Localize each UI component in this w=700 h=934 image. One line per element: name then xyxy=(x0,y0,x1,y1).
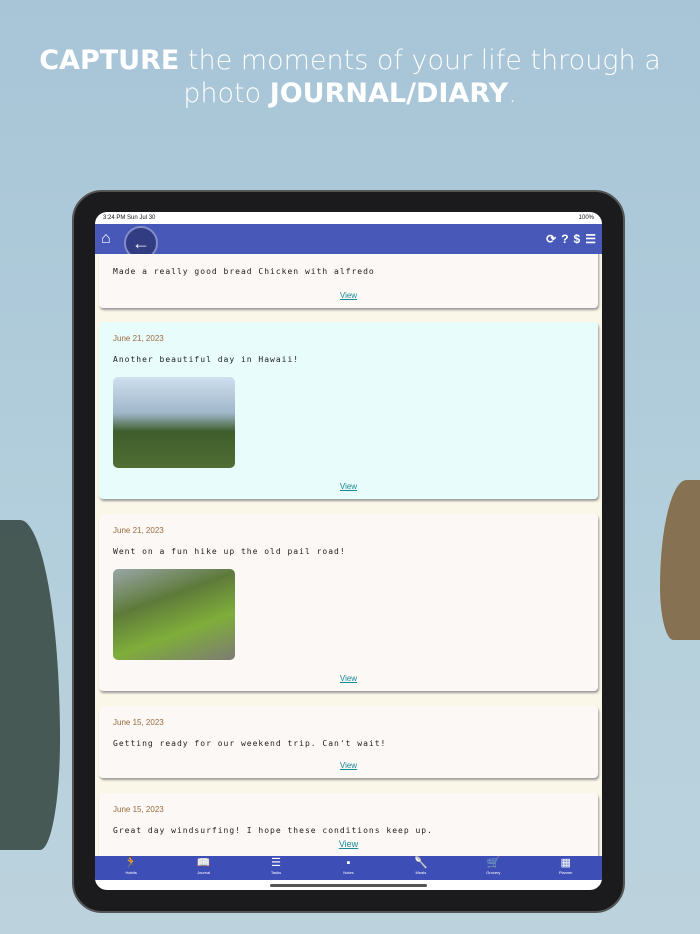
nav-label: Grocery xyxy=(486,870,501,875)
status-time: 3:24 PM Sun Jul 30 xyxy=(103,215,156,221)
nav-grocery[interactable]: 🛒 Grocery xyxy=(463,856,523,880)
entry-text: Made a really good bread Chicken with al… xyxy=(113,267,375,276)
nav-tasks[interactable]: ☰ Tasks xyxy=(246,856,306,880)
entry-photo[interactable] xyxy=(113,569,235,660)
nav-journal[interactable]: 📖 Journal xyxy=(174,856,234,880)
nav-habits[interactable]: 🏃 Habits xyxy=(101,856,161,880)
nav-label: Tasks xyxy=(270,870,282,875)
nav-label: Meals xyxy=(415,870,427,875)
battery: 100% xyxy=(578,215,594,221)
journal-feed[interactable]: Made a really good bread Chicken with al… xyxy=(95,254,602,856)
headline-text: . xyxy=(508,78,517,109)
home-icon[interactable]: ⌂ xyxy=(101,230,111,248)
running-icon: 🏃 xyxy=(124,857,139,869)
help-icon[interactable]: ? xyxy=(561,232,568,246)
entry-date: June 21, 2023 xyxy=(113,526,164,535)
headline-strong: CAPTURE xyxy=(39,45,180,76)
entry-text: Another beautiful day in Hawaii! xyxy=(113,355,300,364)
entry-date: June 15, 2023 xyxy=(113,805,164,814)
entry-text: Getting ready for our weekend trip. Can'… xyxy=(113,739,387,748)
nav-planner[interactable]: ▦ Planner xyxy=(536,856,596,880)
note-icon: ▪ xyxy=(346,857,351,869)
list-icon: ☰ xyxy=(271,857,281,869)
dollar-icon[interactable]: $ xyxy=(574,232,581,246)
journal-entry: Made a really good bread Chicken with al… xyxy=(99,254,598,308)
journal-entry: June 15, 2023 Great day windsurfing! I h… xyxy=(99,793,598,856)
view-link[interactable]: View xyxy=(99,761,598,770)
marketing-headline: CAPTURE the moments of your life through… xyxy=(0,44,700,110)
app-screen: 3:24 PM Sun Jul 30 100% ⌂ ← ⟳ ? $ ☰ Made … xyxy=(95,212,602,890)
sync-icon[interactable]: ⟳ xyxy=(546,232,556,246)
calendar-icon: ▦ xyxy=(560,857,571,869)
headline-strong: JOURNAL/DIARY xyxy=(269,78,509,109)
palm-decoration xyxy=(660,480,700,640)
palm-decoration xyxy=(0,520,60,850)
entry-date: June 15, 2023 xyxy=(113,718,164,727)
cart-icon: 🛒 xyxy=(486,857,501,869)
view-link[interactable]: View xyxy=(99,674,598,683)
view-link[interactable]: View xyxy=(99,482,598,491)
nav-label: Journal xyxy=(197,870,211,875)
journal-entry: June 21, 2023 Went on a fun hike up the … xyxy=(99,514,598,691)
nav-label: Notes xyxy=(343,870,354,875)
spoon-icon: 🥄 xyxy=(414,857,428,869)
nav-meals[interactable]: 🥄 Meals xyxy=(391,856,451,880)
status-bar: 3:24 PM Sun Jul 30 100% xyxy=(95,212,602,224)
entry-photo[interactable] xyxy=(113,377,235,468)
home-indicator[interactable] xyxy=(270,884,427,887)
menu-icon[interactable]: ☰ xyxy=(585,232,596,246)
nav-label: Habits xyxy=(125,870,137,875)
top-bar: ⌂ ← ⟳ ? $ ☰ xyxy=(95,224,602,260)
journal-entry: June 15, 2023 Getting ready for our week… xyxy=(99,706,598,778)
view-link[interactable]: View xyxy=(99,291,598,300)
entry-text: Great day windsurfing! I hope these cond… xyxy=(113,826,433,835)
book-icon: 📖 xyxy=(196,857,211,869)
entry-text: Went on a fun hike up the old pail road! xyxy=(113,547,346,556)
bottom-nav: 🏃 Habits 📖 Journal ☰ Tasks ▪ Notes 🥄 Meals 🛒 G… xyxy=(95,856,602,880)
nav-label: Planner xyxy=(558,870,573,875)
journal-entry: June 21, 2023 Another beautiful day in H… xyxy=(99,322,598,499)
view-link[interactable]: View xyxy=(99,839,598,850)
entry-date: June 21, 2023 xyxy=(113,334,164,343)
nav-notes[interactable]: ▪ Notes xyxy=(318,856,378,880)
